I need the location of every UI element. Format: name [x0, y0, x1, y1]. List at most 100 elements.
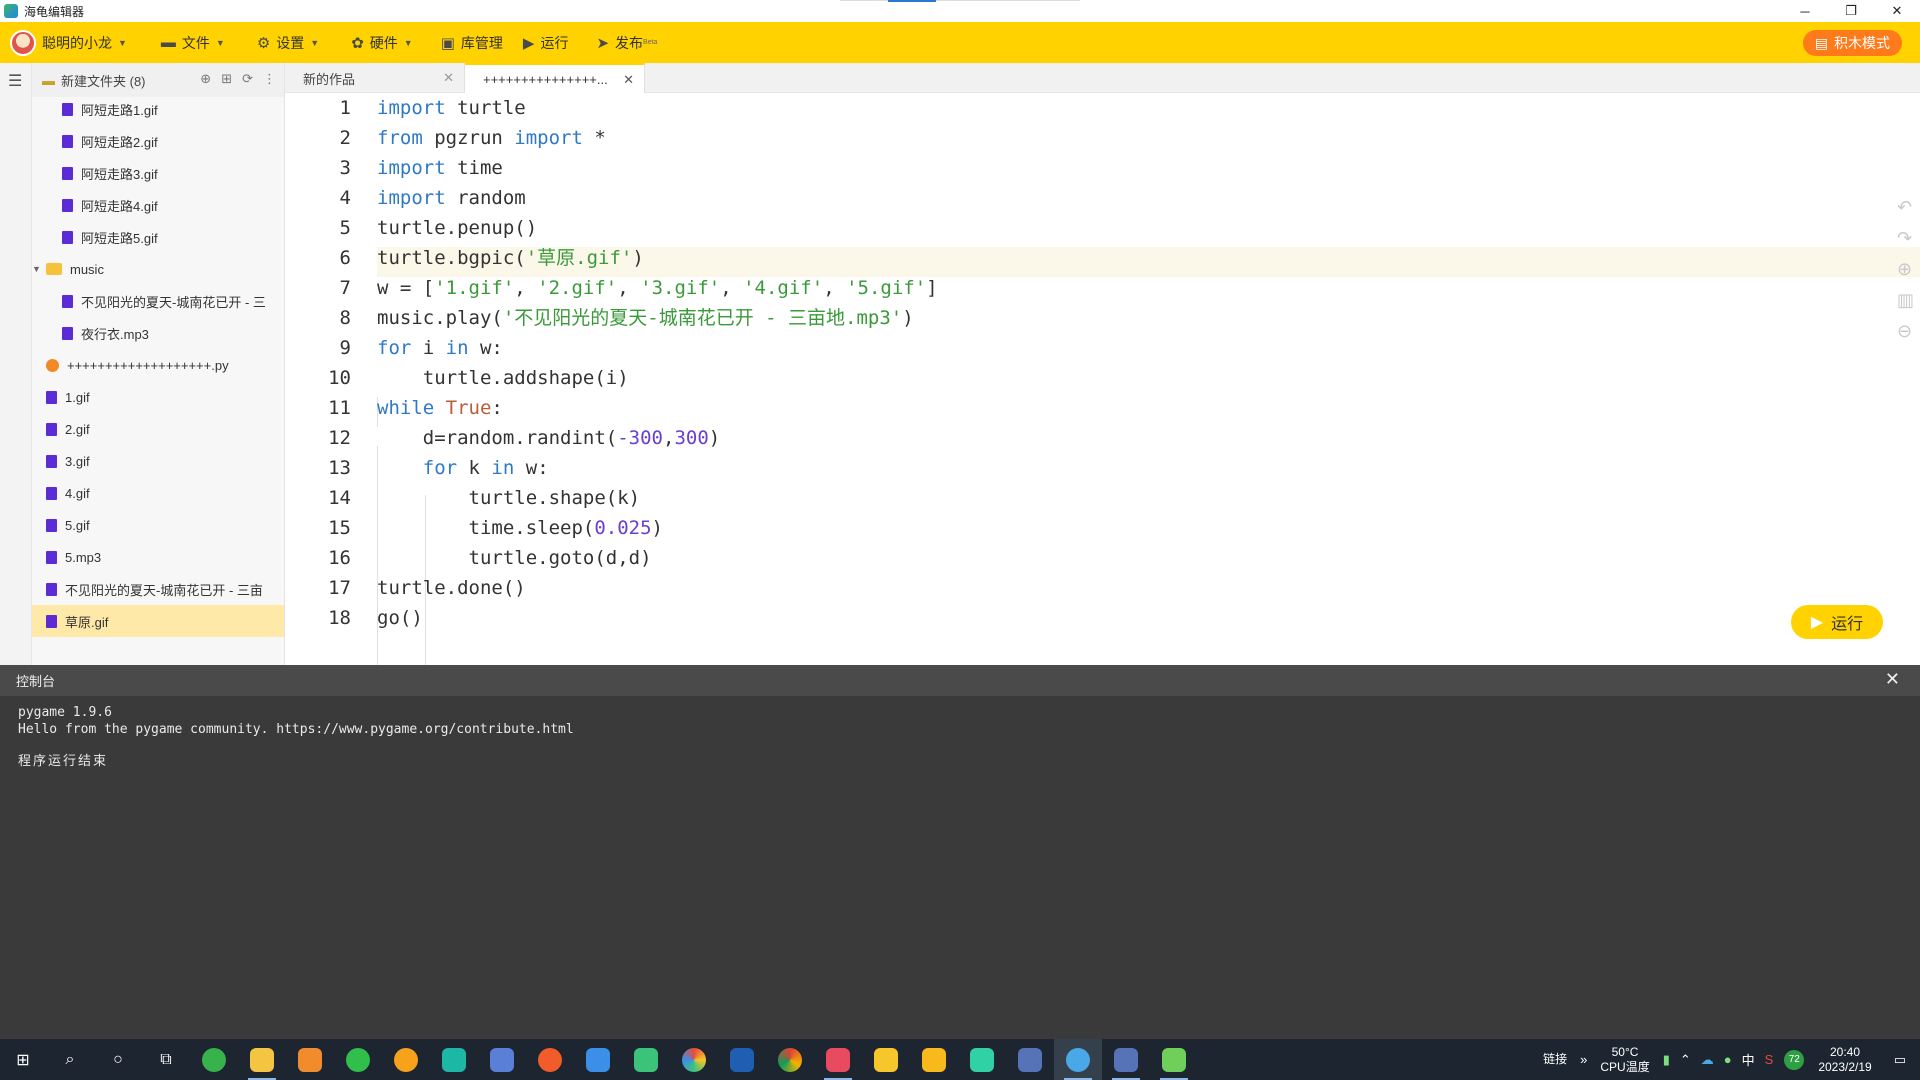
app-red-icon[interactable]	[814, 1039, 862, 1080]
tree-file[interactable]: 1.gif	[32, 381, 284, 413]
app-yellow-icon[interactable]	[862, 1039, 910, 1080]
tree-file[interactable]: 3.gif	[32, 445, 284, 477]
close-icon[interactable]: ✕	[623, 72, 634, 88]
turtle-editor-taskbar-icon[interactable]	[1054, 1039, 1102, 1080]
expand-arrow-icon[interactable]: ▼	[32, 264, 41, 274]
publish-button[interactable]: ➤ 发布 Beta	[586, 22, 667, 63]
ime-indicator[interactable]: 中	[1742, 1050, 1755, 1069]
tab-new-work[interactable]: 新的作品 ✕	[285, 63, 465, 93]
code-editor[interactable]: 1 2 3 4 5 6 7 8 9 10 11 12 13 14 15 16 17 18 import turtl…	[285, 93, 1920, 665]
tree-file[interactable]: +++++++++++++++++++.py	[32, 349, 284, 381]
chevrons-icon[interactable]: »	[1580, 1052, 1587, 1067]
more-icon[interactable]: ⋮	[263, 71, 276, 87]
clock[interactable]: 20:40 2023/2/19	[1818, 1045, 1871, 1075]
tree-file[interactable]: 5.gif	[32, 509, 284, 541]
file-explorer-icon[interactable]	[238, 1039, 286, 1080]
menu-list-icon[interactable]: ☰	[8, 71, 22, 91]
media-player-icon[interactable]	[526, 1039, 574, 1080]
close-icon[interactable]: ✕	[1885, 669, 1900, 690]
app-blue-x-icon[interactable]	[718, 1039, 766, 1080]
file-icon	[62, 294, 73, 308]
minimize-button[interactable]: ─	[1782, 0, 1828, 22]
tree-file[interactable]: 4.gif	[32, 477, 284, 509]
tree-file[interactable]: 草原.gif	[32, 605, 284, 637]
new-file-icon[interactable]: ⊕	[200, 71, 211, 87]
cortana-icon[interactable]: ○	[94, 1039, 142, 1080]
windows-start-icon[interactable]: ⊞	[0, 1039, 46, 1080]
block-mode-button[interactable]: ▤ 积木模式	[1802, 30, 1902, 56]
notification-icon[interactable]: ▭	[1894, 1052, 1906, 1068]
browser-orange-icon[interactable]	[382, 1039, 430, 1080]
app-paint-icon[interactable]	[478, 1039, 526, 1080]
app-d-icon[interactable]	[910, 1039, 958, 1080]
user-menu[interactable]: 聪明的小龙 ▼	[0, 22, 137, 63]
badge-icon[interactable]: 72	[1784, 1049, 1805, 1070]
app-leaf-icon[interactable]	[958, 1039, 1006, 1080]
network-icon[interactable]: ●	[1724, 1052, 1732, 1067]
tree-file[interactable]: 5.mp3	[32, 541, 284, 573]
tree-file[interactable]: 阿短走路4.gif	[32, 189, 284, 221]
video-player-icon[interactable]	[286, 1039, 334, 1080]
tree-file[interactable]: 夜行衣.mp3	[32, 317, 284, 349]
search-icon[interactable]: ⌕	[46, 1039, 94, 1080]
sogou-icon[interactable]: S	[1765, 1052, 1774, 1067]
tree-file[interactable]: 阿短走路3.gif	[32, 157, 284, 189]
blocks-icon: ▤	[1814, 34, 1828, 51]
app-green-square-icon[interactable]	[622, 1039, 670, 1080]
run-button[interactable]: ▶ 运行	[1791, 605, 1883, 639]
code-content[interactable]: import turtle from pgzrun import * impor…	[377, 93, 938, 665]
code-line-13: for k in w:	[422, 457, 549, 479]
file-menu-label: 文件	[181, 34, 210, 51]
library-button[interactable]: ▣ 库管理	[431, 22, 513, 63]
refresh-icon[interactable]: ⟳	[242, 71, 253, 87]
maximize-button[interactable]: ❐	[1828, 0, 1874, 22]
library-label: 库管理	[460, 34, 503, 51]
toolbar-run-button[interactable]: ▶ 运行	[513, 22, 579, 63]
redo-icon[interactable]: ↷	[1897, 228, 1914, 249]
task-view-icon[interactable]: ⧉	[142, 1039, 190, 1080]
code-line-15: time.sleep(0.025)	[377, 517, 664, 539]
app-cat-icon[interactable]	[1150, 1039, 1198, 1080]
new-folder-icon[interactable]: ⊞	[221, 71, 232, 87]
gear-icon: ⚙	[256, 34, 271, 52]
zoom-out-icon[interactable]: ⊖	[1897, 321, 1914, 342]
settings-menu[interactable]: ⚙ 设置 ▼	[247, 22, 329, 63]
app-icon-green[interactable]	[190, 1039, 238, 1080]
tab-current-file[interactable]: +++++++++++++++... ✕	[465, 63, 645, 93]
tree-file[interactable]: 不见阳光的夏天-城南花已开 - 三	[32, 285, 284, 317]
app-blocks-icon[interactable]	[430, 1039, 478, 1080]
close-window-button[interactable]: ✕	[1874, 0, 1920, 22]
code-line-3: import time	[377, 157, 503, 179]
avatar	[10, 29, 36, 56]
tree-file[interactable]: 2.gif	[32, 413, 284, 445]
tree-item-label: 阿短走路1.gif	[81, 102, 158, 118]
chevron-down-icon: ▼	[118, 37, 127, 48]
format-icon[interactable]: ▥	[1897, 290, 1914, 311]
code-line-18: go()	[377, 607, 423, 629]
user-name: 聪明的小龙	[42, 34, 112, 51]
tree-file[interactable]: 不见阳光的夏天-城南花已开 - 三亩	[32, 573, 284, 605]
app-clapper-icon[interactable]	[1006, 1039, 1054, 1080]
undo-icon[interactable]: ↶	[1897, 197, 1914, 218]
battery-icon[interactable]: ▮	[1663, 1052, 1670, 1068]
explorer-folder-title[interactable]: 新建文件夹 (8)	[61, 71, 146, 90]
close-icon[interactable]: ✕	[443, 70, 454, 86]
console-line: Hello from the pygame community. https:/…	[18, 722, 574, 737]
app-cube-icon[interactable]	[574, 1039, 622, 1080]
tree-file[interactable]: 阿短走路1.gif	[32, 93, 284, 125]
app-colorwheel-icon[interactable]	[670, 1039, 718, 1080]
cloud-icon[interactable]: ☁	[1701, 1052, 1714, 1068]
file-menu[interactable]: ▬ 文件 ▼	[151, 22, 235, 63]
wechat-icon[interactable]	[334, 1039, 382, 1080]
play-icon: ▶	[522, 34, 535, 52]
line-number: 18	[328, 607, 351, 629]
tree-file[interactable]: 阿短走路2.gif	[32, 125, 284, 157]
chevron-up-icon[interactable]: ⌃	[1680, 1052, 1691, 1068]
app-clapper-2-icon[interactable]	[1102, 1039, 1150, 1080]
hardware-menu[interactable]: ✿ 硬件 ▼	[341, 22, 423, 63]
link-label[interactable]: 链接	[1543, 1052, 1567, 1067]
tree-folder[interactable]: ▼ music	[32, 253, 284, 285]
tree-file[interactable]: 阿短走路5.gif	[32, 221, 284, 253]
zoom-in-icon[interactable]: ⊕	[1897, 259, 1914, 280]
chrome-icon[interactable]	[766, 1039, 814, 1080]
